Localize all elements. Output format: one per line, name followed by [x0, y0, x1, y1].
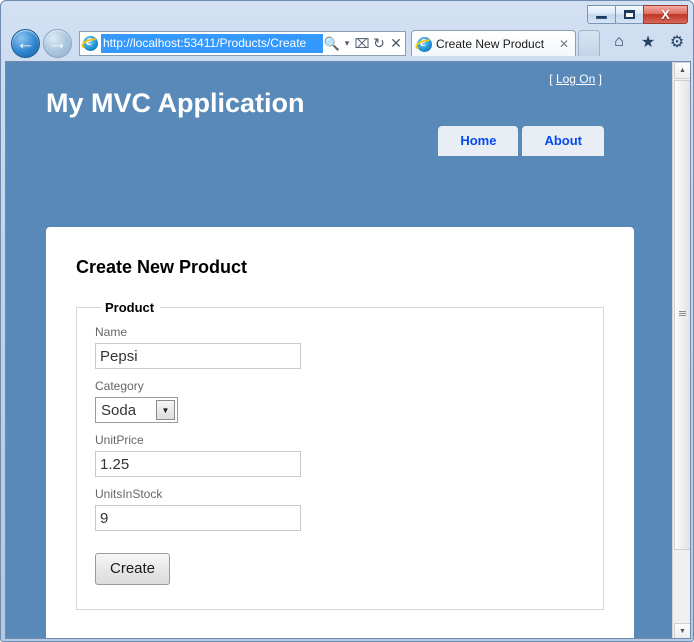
menu-item-home[interactable]: Home: [438, 126, 519, 156]
maximize-icon: [624, 10, 635, 19]
main-menu: Home About: [438, 126, 604, 156]
tab-close-icon[interactable]: ✕: [557, 37, 571, 51]
product-legend: Product: [105, 300, 155, 315]
scroll-up-button[interactable]: ▲: [674, 62, 690, 79]
compatibility-view-icon[interactable]: ⌧: [353, 32, 371, 55]
home-icon[interactable]: ⌂: [609, 32, 629, 52]
field-row-unitsinstock: UnitsInStock: [95, 487, 589, 531]
product-fieldset: Product Name Category Soda ▼: [76, 300, 604, 610]
forward-arrow-icon: →: [48, 33, 67, 54]
back-arrow-icon: ←: [16, 33, 35, 54]
tab-title: Create New Product: [436, 36, 545, 51]
vertical-scrollbar[interactable]: ▲ ▼: [672, 62, 690, 638]
navigation-bar: ← → http://localhost:53411/Products/Crea…: [5, 27, 691, 61]
back-button[interactable]: ←: [11, 29, 40, 58]
logon-close-bracket: ]: [598, 72, 602, 86]
unitsinstock-input[interactable]: [95, 505, 301, 531]
label-unitsinstock: UnitsInStock: [95, 487, 163, 501]
close-icon: X: [661, 7, 670, 22]
search-icon[interactable]: 🔍: [323, 32, 341, 55]
refresh-icon[interactable]: ↻: [371, 32, 387, 55]
chevron-down-icon[interactable]: ▾: [341, 32, 353, 55]
create-button[interactable]: Create: [95, 553, 171, 585]
field-row-unitprice: UnitPrice: [95, 433, 589, 477]
scrollbar-grip-icon: [679, 311, 686, 319]
favorites-star-icon[interactable]: ★: [638, 32, 658, 52]
site-title: My MVC Application: [46, 88, 305, 118]
browser-viewport: [ Log On ] My MVC Application Home About…: [5, 61, 691, 639]
log-on-link[interactable]: Log On: [556, 72, 595, 86]
title-bar: X: [5, 5, 691, 27]
minimize-button[interactable]: [587, 5, 616, 24]
logon-section: [ Log On ]: [549, 72, 602, 86]
name-input[interactable]: [95, 343, 301, 369]
category-select[interactable]: Soda ▼: [95, 397, 178, 423]
forward-button[interactable]: →: [43, 29, 72, 58]
close-button[interactable]: X: [643, 5, 688, 24]
window-controls: X: [587, 5, 688, 24]
web-page: [ Log On ] My MVC Application Home About…: [6, 62, 674, 638]
logon-open-bracket: [: [549, 72, 553, 86]
browser-window: X ← → http://localhost:53411/Products/Cr…: [0, 0, 694, 642]
chevron-down-icon[interactable]: ▼: [156, 400, 175, 420]
site-header: [ Log On ] My MVC Application Home About: [46, 62, 634, 172]
scrollbar-thumb[interactable]: [674, 80, 690, 550]
field-row-category: Category Soda ▼: [95, 379, 589, 423]
tab-create-new-product[interactable]: Create New Product ✕: [411, 30, 576, 56]
address-input[interactable]: http://localhost:53411/Products/Create: [101, 34, 323, 53]
internet-explorer-icon: [80, 35, 100, 53]
unitprice-input[interactable]: [95, 451, 301, 477]
minimize-icon: [596, 16, 607, 19]
tab-favicon-icon: [414, 36, 434, 52]
tab-strip: Create New Product ✕: [411, 30, 600, 57]
scroll-down-button[interactable]: ▼: [674, 623, 690, 638]
label-name: Name: [95, 325, 128, 339]
category-selected-value: Soda: [101, 401, 137, 419]
maximize-button[interactable]: [615, 5, 644, 24]
label-category: Category: [95, 379, 144, 393]
gear-icon[interactable]: ⚙: [667, 32, 687, 52]
page-title: Create New Product: [76, 257, 248, 277]
address-bar[interactable]: http://localhost:53411/Products/Create 🔍…: [79, 31, 406, 56]
main-content-panel: Create New Product Product Name Category…: [46, 227, 634, 638]
browser-toolbar: ⌂ ★ ⚙: [609, 32, 687, 52]
stop-icon[interactable]: ✕: [387, 32, 405, 55]
field-row-name: Name: [95, 325, 589, 369]
menu-item-about[interactable]: About: [522, 126, 604, 156]
label-unitprice: UnitPrice: [95, 433, 144, 447]
new-tab-button[interactable]: [578, 30, 600, 56]
window-inner: X ← → http://localhost:53411/Products/Cr…: [5, 5, 691, 639]
